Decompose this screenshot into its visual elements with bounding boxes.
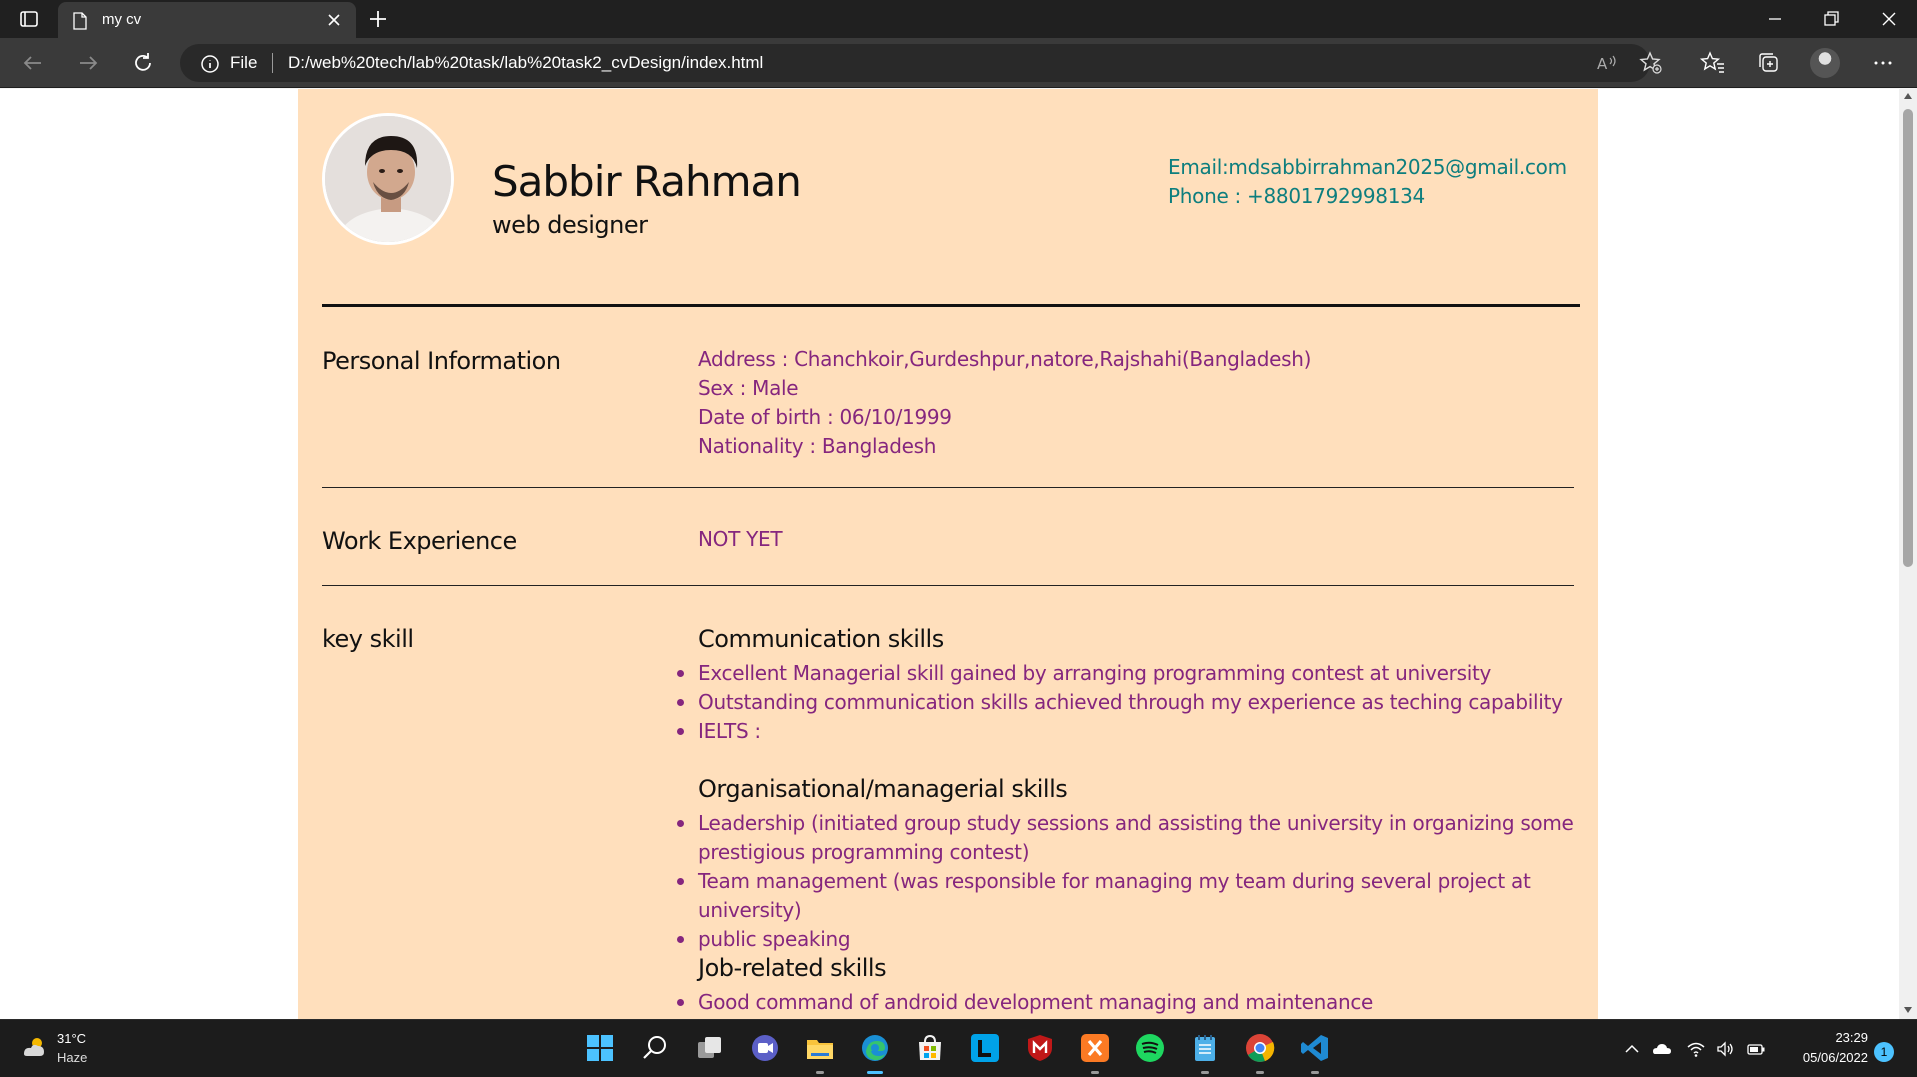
scroll-thumb[interactable] xyxy=(1903,109,1913,567)
minimize-icon[interactable] xyxy=(1762,6,1788,32)
tab-actions-icon[interactable] xyxy=(14,8,42,30)
work-experience-value: NOT YET xyxy=(698,527,783,551)
list-item: Outstanding communication skills achieve… xyxy=(677,688,1578,717)
section-divider xyxy=(322,585,1574,586)
browser-title-bar: my cv xyxy=(0,0,1917,38)
weather-haze-icon[interactable] xyxy=(20,1034,48,1060)
section-title-skills: key skill xyxy=(322,625,414,653)
task-view-icon[interactable] xyxy=(695,1033,725,1063)
section-title-work: Work Experience xyxy=(322,527,517,555)
personal-info-line: Nationality : Bangladesh xyxy=(698,434,937,458)
contact-block: Email:mdsabbirrahman2025@gmail.com Phone… xyxy=(1168,153,1567,211)
search-icon[interactable] xyxy=(640,1033,670,1063)
list-item: public speaking xyxy=(677,925,1578,954)
clock-date[interactable]: 05/06/2022 xyxy=(1786,1050,1868,1065)
add-favorite-icon[interactable] xyxy=(1638,50,1664,76)
info-icon[interactable] xyxy=(200,54,220,74)
personal-info-line: Address : Chanchkoir,Gurdeshpur,natore,R… xyxy=(698,347,1312,371)
vscode-icon[interactable] xyxy=(1300,1033,1330,1063)
file-explorer-icon[interactable] xyxy=(805,1033,835,1063)
close-tab-icon[interactable] xyxy=(324,10,344,30)
read-aloud-icon[interactable]: A xyxy=(1594,50,1620,76)
scroll-up-arrow-icon[interactable] xyxy=(1904,93,1912,99)
contact-email: Email:mdsabbirrahman2025@gmail.com xyxy=(1168,155,1567,179)
chrome-icon[interactable] xyxy=(1245,1033,1275,1063)
windows-taskbar: 31°C Haze 23:29 05/06/2022 1 xyxy=(0,1019,1917,1077)
notepad-icon[interactable] xyxy=(1190,1033,1220,1063)
refresh-icon[interactable] xyxy=(130,50,156,76)
profile-avatar[interactable] xyxy=(1810,48,1840,78)
profile-photo xyxy=(322,113,454,245)
restore-icon[interactable] xyxy=(1818,6,1844,32)
page-viewport: Sabbir Rahman web designer Email:mdsabbi… xyxy=(0,89,1899,1019)
browser-tab[interactable]: my cv xyxy=(58,2,356,38)
url-scheme-label: File xyxy=(230,53,258,72)
contact-phone: Phone : +8801792998134 xyxy=(1168,184,1425,208)
skill-group-title: Communication skills xyxy=(698,625,944,653)
battery-icon[interactable] xyxy=(1746,1039,1766,1059)
section-divider xyxy=(322,487,1574,488)
personal-info-line: Sex : Male xyxy=(698,376,799,400)
list-item: Leadership (initiated group study sessio… xyxy=(677,809,1578,867)
list-item: IELTS : xyxy=(677,717,1578,746)
running-indicator xyxy=(1256,1071,1264,1074)
svg-text:A: A xyxy=(1597,55,1608,73)
weather-condition[interactable]: Haze xyxy=(57,1050,87,1065)
clock-time[interactable]: 23:29 xyxy=(1828,1030,1868,1045)
volume-icon[interactable] xyxy=(1716,1039,1736,1059)
mcafee-icon[interactable] xyxy=(1025,1033,1055,1063)
list-item: Good command of android development mana… xyxy=(677,988,1578,1017)
close-window-icon[interactable] xyxy=(1876,6,1902,32)
skill-list: Leadership (initiated group study sessio… xyxy=(677,809,1578,954)
skill-list: Excellent Managerial skill gained by arr… xyxy=(677,659,1578,746)
running-indicator xyxy=(816,1071,824,1074)
address-bar[interactable]: File D:/web%20tech/lab%20task/lab%20task… xyxy=(180,44,1650,82)
cv-name: Sabbir Rahman xyxy=(492,157,802,206)
cv-container: Sabbir Rahman web designer Email:mdsabbi… xyxy=(298,89,1598,1019)
xampp-icon[interactable] xyxy=(1080,1033,1110,1063)
browser-toolbar: File D:/web%20tech/lab%20task/lab%20task… xyxy=(0,38,1917,88)
running-indicator xyxy=(1311,1071,1319,1074)
skill-list: Good command of android development mana… xyxy=(677,988,1578,1017)
collections-icon[interactable] xyxy=(1756,50,1782,76)
scroll-down-arrow-icon[interactable] xyxy=(1904,1007,1912,1013)
favorites-icon[interactable] xyxy=(1700,50,1726,76)
skill-group-title: Organisational/managerial skills xyxy=(698,775,1068,803)
more-options-icon[interactable] xyxy=(1870,50,1896,76)
vertical-scrollbar[interactable] xyxy=(1899,89,1917,1019)
header-divider xyxy=(322,304,1580,307)
weather-temperature[interactable]: 31°C xyxy=(57,1031,86,1046)
notification-badge[interactable]: 1 xyxy=(1874,1042,1894,1062)
back-arrow-icon[interactable] xyxy=(20,50,46,76)
running-indicator xyxy=(1091,1071,1099,1074)
forward-arrow-icon[interactable] xyxy=(75,50,101,76)
teams-chat-icon[interactable] xyxy=(750,1033,780,1063)
tab-title: my cv xyxy=(102,11,142,28)
list-item: Excellent Managerial skill gained by arr… xyxy=(677,659,1578,688)
new-tab-icon[interactable] xyxy=(366,7,390,31)
skill-group-title: Job-related skills xyxy=(698,954,887,982)
personal-info-line: Date of birth : 06/10/1999 xyxy=(698,405,952,429)
url-separator xyxy=(272,53,273,73)
profile-photo-image xyxy=(325,116,451,242)
windows-start-icon[interactable] xyxy=(585,1033,615,1063)
list-item: Team management (was responsible for man… xyxy=(677,867,1578,925)
cv-role: web designer xyxy=(492,211,648,239)
onedrive-cloud-icon[interactable] xyxy=(1652,1039,1672,1059)
microsoft-store-icon[interactable] xyxy=(915,1033,945,1063)
wifi-icon[interactable] xyxy=(1686,1039,1706,1059)
edge-browser-icon[interactable] xyxy=(860,1033,890,1063)
spotify-icon[interactable] xyxy=(1135,1033,1165,1063)
running-indicator xyxy=(1201,1071,1209,1074)
section-title-personal: Personal Information xyxy=(322,347,561,375)
active-indicator xyxy=(867,1071,883,1074)
personal-info-list: Address : Chanchkoir,Gurdeshpur,natore,R… xyxy=(698,345,1311,461)
l-app-icon[interactable] xyxy=(970,1033,1000,1063)
document-icon xyxy=(73,12,87,30)
chevron-up-icon[interactable] xyxy=(1622,1039,1642,1059)
url-text[interactable]: D:/web%20tech/lab%20task/lab%20task2_cvD… xyxy=(288,53,763,73)
